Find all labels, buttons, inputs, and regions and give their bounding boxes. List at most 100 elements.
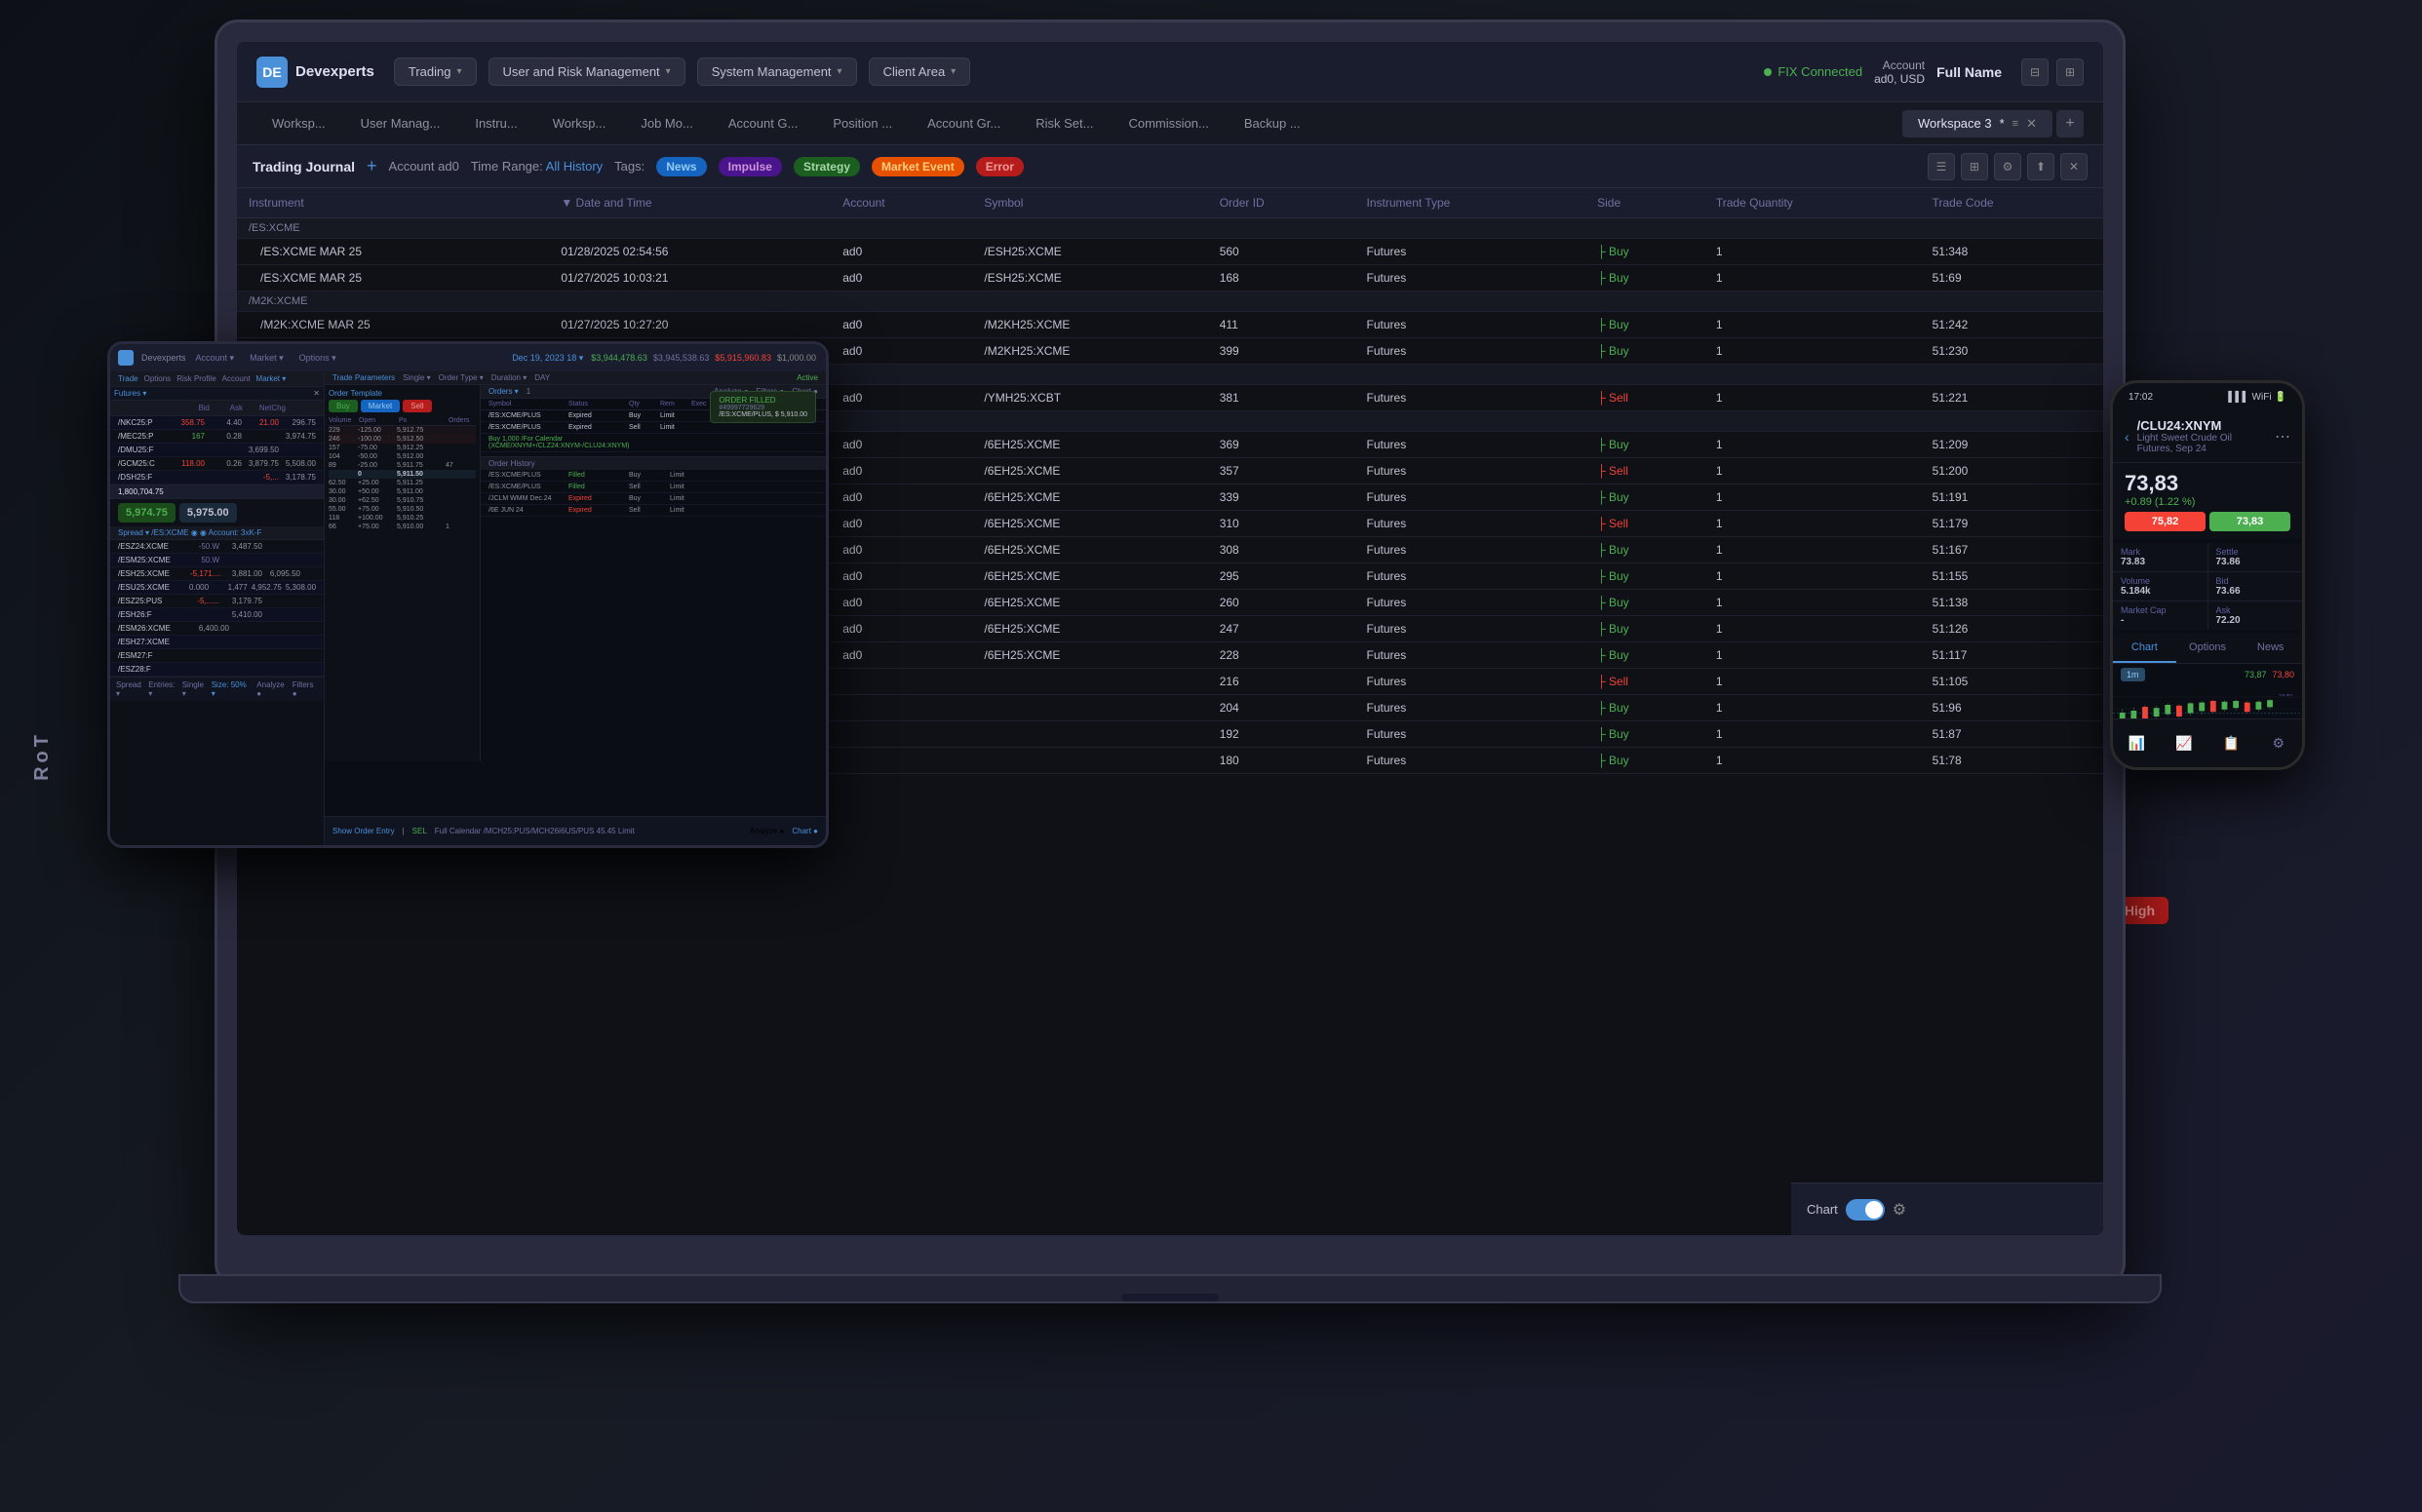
tablet-nav-options[interactable]: Options ▾ — [293, 351, 342, 366]
active-workspace-tab[interactable]: Workspace 3 * ≡ ✕ — [1902, 110, 2052, 137]
workspace-menu-icon[interactable]: ≡ — [2012, 118, 2018, 130]
tab-market[interactable]: Market ▾ — [256, 374, 287, 383]
spread-row-1[interactable]: /ESZ24:XCME -50.W 3,487.50 — [110, 540, 324, 554]
system-mgmt-menu-btn[interactable]: System Management ▾ — [697, 58, 857, 86]
back-button[interactable]: ‹ — [2125, 429, 2129, 445]
tj-ctrl-group[interactable]: ⊞ — [1961, 153, 1988, 180]
nav-risk-set[interactable]: Risk Set... — [1020, 110, 1109, 136]
phone-ask-btn[interactable]: 73,83 — [2209, 512, 2290, 531]
phone-more-options-icon[interactable]: ⋯ — [2275, 427, 2290, 446]
table-row[interactable]: /M2K:XCME MAR 2501/27/2025 10:27:20ad0/M… — [237, 312, 2103, 338]
client-area-menu-btn[interactable]: Client Area ▾ — [869, 58, 971, 86]
dom-bid-row-1[interactable]: 62.50+25.005,911.25 — [329, 479, 476, 487]
spread-row-4[interactable]: /ESU25:XCME 0.000 1,477 4,952.75 5,308.0… — [110, 581, 324, 595]
add-workspace-btn[interactable]: + — [2056, 110, 2084, 137]
nav-commission[interactable]: Commission... — [1113, 110, 1224, 136]
table-row[interactable]: /ES:XCME MAR 2501/27/2025 10:03:21ad0/ES… — [237, 265, 2103, 291]
oh-row-3[interactable]: /JCLM WMM Dec.24 Expired Buy Limit — [481, 493, 826, 505]
workspace-close-btn[interactable]: ✕ — [2026, 116, 2037, 132]
maximize-btn[interactable]: ⊞ — [2056, 58, 2084, 86]
nav-job-mo[interactable]: Job Mo... — [625, 110, 708, 136]
nav-worksp2[interactable]: Worksp... — [537, 110, 622, 136]
dom-ask-row-4[interactable]: 104-50.005,912.00 — [329, 452, 476, 461]
dom-bid-row-2[interactable]: 30.00+50.005,911.00 — [329, 487, 476, 496]
analyze-toggle[interactable]: Analyze ● — [750, 827, 785, 835]
positions-tab[interactable]: 1 — [527, 387, 530, 396]
spread-row-6[interactable]: /ESH26:F 5,410.00 — [110, 608, 324, 622]
oh-row-2[interactable]: /ES:XCME/PLUS Filled Sell Limit — [481, 482, 826, 493]
nav-backup[interactable]: Backup ... — [1229, 110, 1316, 136]
trading-menu-btn[interactable]: Trading ▾ — [394, 58, 477, 86]
tab-options[interactable]: Options — [144, 374, 172, 383]
chart-settings-icon[interactable]: ⚙ — [1893, 1200, 1906, 1220]
tag-strategy[interactable]: Strategy — [794, 157, 860, 176]
user-risk-menu-btn[interactable]: User and Risk Management ▾ — [488, 58, 685, 86]
phone-bid-btn[interactable]: 75,82 — [2125, 512, 2206, 531]
tab-chart[interactable]: Chart — [2113, 634, 2176, 663]
phone-nav-settings[interactable]: ⚙ — [2269, 734, 2288, 754]
dom-ask-row-3[interactable]: 157-75.005,912.25 — [329, 444, 476, 452]
phone-nav-chart[interactable]: 📈 — [2174, 734, 2194, 754]
show-order-entry-btn[interactable]: Show Order Entry — [332, 827, 395, 835]
oh-row-4[interactable]: /6E JUN 24 Expired Sell Limit — [481, 505, 826, 517]
phone-nav-instrument[interactable]: 📊 — [2127, 734, 2146, 754]
dom-ask-row-1[interactable]: 229-125.005,912.75 — [329, 426, 476, 435]
sell-btn[interactable]: Sell — [403, 400, 431, 412]
spread-row-7[interactable]: /ESM26:XCME 6,400.00 — [110, 622, 324, 636]
tag-market-event[interactable]: Market Event — [872, 157, 964, 176]
spread-row-9[interactable]: /ESM27:F — [110, 649, 324, 663]
add-item-btn[interactable]: + — [367, 156, 377, 176]
oh-row-1[interactable]: /ES:XCME/PLUS Filled Buy Limit — [481, 470, 826, 482]
market-btn[interactable]: Market — [361, 400, 400, 412]
dom-ask-row-2[interactable]: 246-100.005,912.50 — [329, 435, 476, 444]
spread-row-10[interactable]: /ESZ28:F — [110, 663, 324, 677]
tablet-close-btn[interactable]: ✕ — [313, 389, 320, 398]
chart-toggle-bottom[interactable]: Chart ● — [792, 827, 818, 835]
tablet-row-gcm[interactable]: /GCM25:C 118.00 0.26 3,879.75 5,508.00 — [110, 457, 324, 471]
order-row-2[interactable]: /ES:XCME/PLUS Expired Sell Limit — [481, 422, 826, 434]
nav-user-manag[interactable]: User Manag... — [345, 110, 456, 136]
order-row-filled[interactable]: Buy 1,000 /For Calendar (XCME/XNYM+/CLZ2… — [481, 434, 826, 452]
tj-ctrl-export[interactable]: ⬆ — [2027, 153, 2054, 180]
dom-bid-row-6[interactable]: 66+75.005,910.001 — [329, 523, 476, 531]
nav-account-g[interactable]: Account G... — [713, 110, 814, 136]
tab-news[interactable]: News — [2239, 634, 2302, 663]
minimize-btn[interactable]: ⊟ — [2021, 58, 2049, 86]
tab-risk-profile[interactable]: Risk Profile — [176, 374, 215, 383]
spread-row-3[interactable]: /ESH25:XCME -5,171.... 3,881.00 6,095.50 — [110, 567, 324, 581]
chart-toggle-switch[interactable] — [1846, 1199, 1885, 1221]
dom-bid-row-4[interactable]: 55.00+75.005,910.50 — [329, 505, 476, 514]
tablet-row-nkc[interactable]: /NKC25:P 358.75 4.40 21.00 296.75 — [110, 416, 324, 430]
dom-ask-row-5[interactable]: 89-25.005,911.7547 — [329, 461, 476, 470]
dom-bid-row-3[interactable]: 30.00+62.505,910.75 — [329, 496, 476, 505]
tag-error[interactable]: Error — [976, 157, 1024, 176]
tablet-row-mec[interactable]: /MEC25:P 167 0.28 3,974.75 — [110, 430, 324, 444]
tab-trade[interactable]: Trade — [118, 374, 138, 383]
time-range-value[interactable]: All History — [546, 159, 604, 174]
spread-row-2[interactable]: /ESM25:XCME 50.W — [110, 554, 324, 567]
tj-ctrl-settings[interactable]: ⚙ — [1994, 153, 2021, 180]
phone-nav-orders[interactable]: 📋 — [2221, 734, 2241, 754]
tablet-nav-account[interactable]: Account ▾ — [190, 351, 241, 366]
tablet-nav-market[interactable]: Market ▾ — [244, 351, 290, 366]
nav-account-gr[interactable]: Account Gr... — [912, 110, 1016, 136]
tag-impulse[interactable]: Impulse — [719, 157, 782, 176]
timeframe-btn[interactable]: 1m — [2121, 668, 2145, 681]
nav-worksp[interactable]: Worksp... — [256, 110, 341, 136]
tab-options[interactable]: Options — [2176, 634, 2240, 663]
nav-instru[interactable]: Instru... — [459, 110, 532, 136]
spread-row-8[interactable]: /ESH27:XCME — [110, 636, 324, 649]
tablet-row-dsh[interactable]: /DSH25:F -5,... 3,178.75 — [110, 471, 324, 485]
tj-close-btn[interactable]: ✕ — [2060, 153, 2088, 180]
nav-position[interactable]: Position ... — [817, 110, 908, 136]
table-row[interactable]: /ES:XCME MAR 2501/28/2025 02:54:56ad0/ES… — [237, 239, 2103, 265]
orders-tab[interactable]: Orders ▾ — [488, 387, 519, 396]
tablet-row-dmu[interactable]: /DMU25:F 3,699.50 — [110, 444, 324, 457]
tab-account[interactable]: Account — [222, 374, 251, 383]
spread-row-5[interactable]: /ESZ25:PUS -5,...... 3,179.75 — [110, 595, 324, 608]
dom-bid-row-5[interactable]: 118+100.005,910.25 — [329, 514, 476, 523]
buy-btn[interactable]: Buy — [329, 400, 358, 412]
tj-ctrl-list[interactable]: ☰ — [1928, 153, 1955, 180]
tablet-filters-btn[interactable]: Filters ● — [293, 680, 318, 698]
tag-news[interactable]: News — [656, 157, 706, 176]
